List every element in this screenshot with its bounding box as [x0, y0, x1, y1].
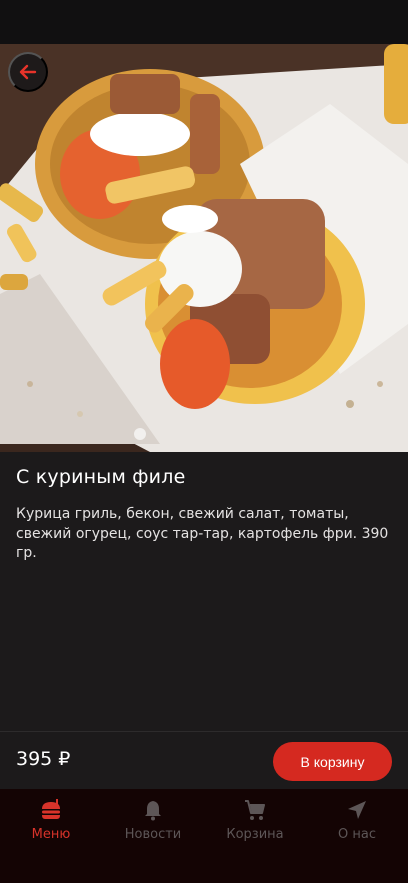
divider [0, 731, 408, 732]
product-image [0, 44, 408, 452]
nav-item-cart[interactable]: Корзина [204, 789, 306, 883]
nav-item-menu[interactable]: Меню [0, 789, 102, 883]
bottom-navigation: Меню Новости Корзина О нас [0, 789, 408, 883]
add-to-cart-button[interactable]: В корзину [273, 742, 392, 781]
status-bar [0, 0, 408, 44]
back-button[interactable] [8, 52, 48, 92]
nav-item-news[interactable]: Новости [102, 789, 204, 883]
nav-item-label: Новости [124, 827, 182, 842]
nav-item-label: Меню [31, 827, 71, 842]
nav-item-label: Корзина [226, 827, 284, 842]
bell-icon [140, 797, 166, 823]
location-arrow-icon [344, 797, 370, 823]
nav-item-about[interactable]: О нас [306, 789, 408, 883]
arrow-left-icon [19, 64, 37, 80]
nav-item-label: О нас [338, 827, 376, 842]
burger-icon [38, 797, 64, 823]
cart-icon [242, 797, 268, 823]
product-price: 395 ₽ [16, 748, 71, 770]
product-description: Курица гриль, бекон, свежий салат, томат… [16, 506, 389, 561]
product-title: С куриным филе [16, 466, 186, 488]
